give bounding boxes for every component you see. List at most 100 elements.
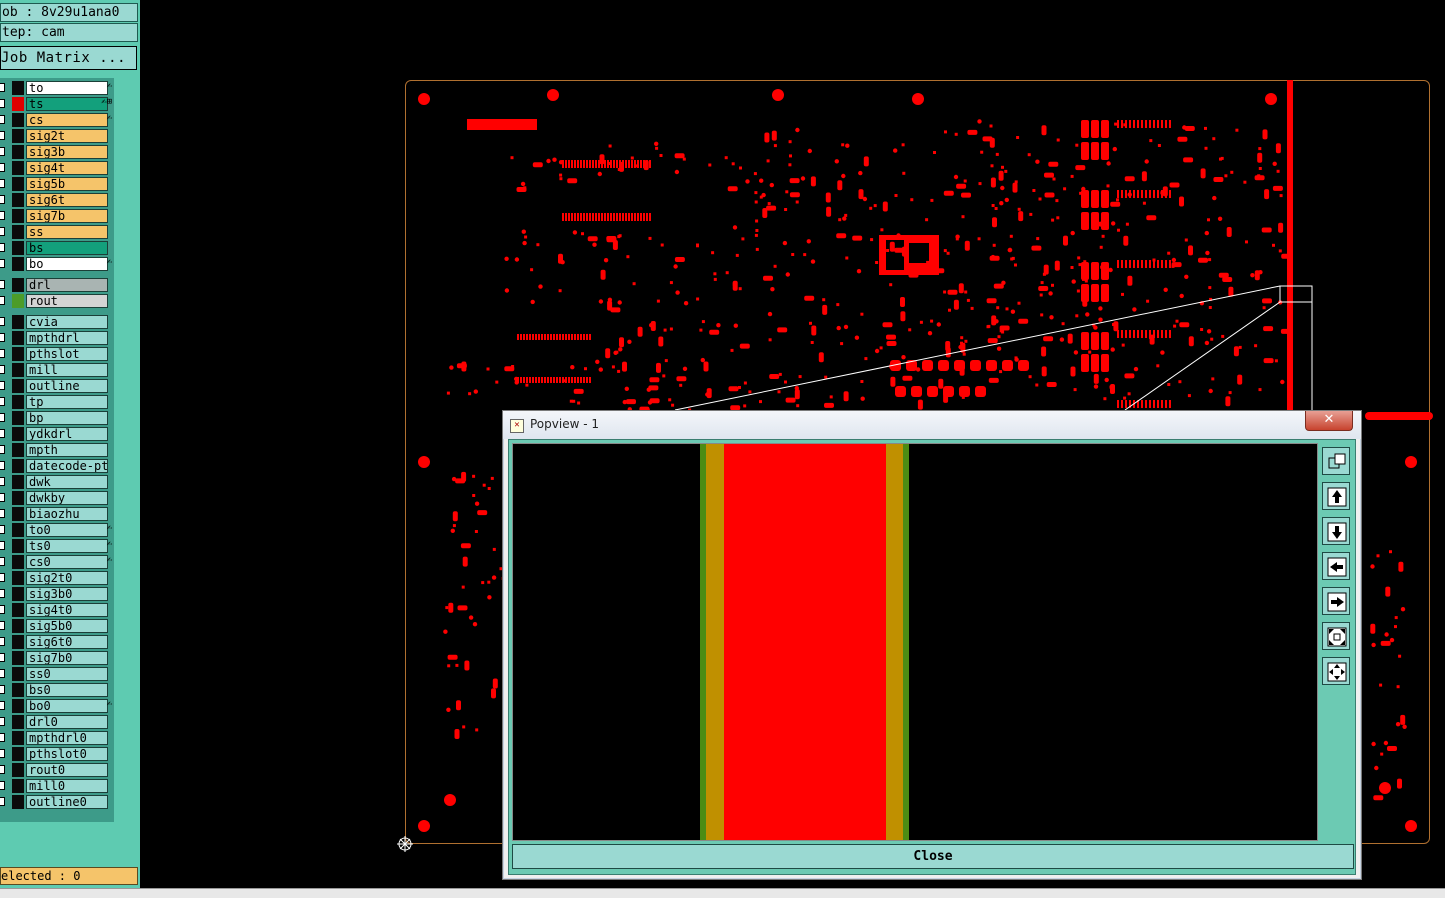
layer-color-swatch[interactable] <box>12 635 24 649</box>
layer-name[interactable]: rout <box>26 294 108 308</box>
layer-color-swatch[interactable] <box>12 161 24 175</box>
layer-checkbox[interactable] <box>0 717 5 726</box>
popview-titlebar[interactable]: ✕ Popview - 1 ✕ <box>503 411 1361 439</box>
layer-color-swatch[interactable] <box>12 779 24 793</box>
layer-checkbox[interactable] <box>0 557 5 566</box>
layer-name[interactable]: sig2t0 <box>26 571 108 585</box>
layer-name[interactable]: to0 <box>26 523 108 537</box>
layer-name[interactable]: mpthdrl0 <box>26 731 108 745</box>
layer-checkbox[interactable] <box>0 365 5 374</box>
layer-name[interactable]: mpth <box>26 443 108 457</box>
layer-color-swatch[interactable] <box>12 81 24 95</box>
layer-name[interactable]: sig6t <box>26 193 108 207</box>
popview-canvas[interactable] <box>512 443 1318 841</box>
layer-name[interactable]: sig3b0 <box>26 587 108 601</box>
layer-name[interactable]: sig5b0 <box>26 619 108 633</box>
layer-name[interactable]: dwk <box>26 475 108 489</box>
layer-color-swatch[interactable] <box>12 97 24 111</box>
layer-color-swatch[interactable] <box>12 747 24 761</box>
layer-row[interactable]: mill0 <box>0 778 114 794</box>
layer-checkbox[interactable] <box>0 685 5 694</box>
layer-name[interactable]: drl0 <box>26 715 108 729</box>
layer-row[interactable]: tp <box>0 394 114 410</box>
layer-color-swatch[interactable] <box>12 459 24 473</box>
layer-row[interactable]: sig2t <box>0 128 114 144</box>
layer-row[interactable]: sig5b0 <box>0 618 114 634</box>
layer-row[interactable]: cs0 ✍ <box>0 554 114 570</box>
layer-name[interactable]: dwkby <box>26 491 108 505</box>
layer-row[interactable]: bs0 <box>0 682 114 698</box>
layer-name[interactable]: tp <box>26 395 108 409</box>
layer-name[interactable]: sig7b0 <box>26 651 108 665</box>
layer-row[interactable]: drl0 <box>0 714 114 730</box>
layer-color-swatch[interactable] <box>12 619 24 633</box>
layer-name[interactable]: outline <box>26 379 108 393</box>
layer-color-swatch[interactable] <box>12 715 24 729</box>
layer-color-swatch[interactable] <box>12 278 24 292</box>
layer-color-swatch[interactable] <box>12 257 24 271</box>
layer-checkbox[interactable] <box>0 211 5 220</box>
layer-name[interactable]: bo0 <box>26 699 108 713</box>
layer-row[interactable]: datecode-pt <box>0 458 114 474</box>
layer-checkbox[interactable] <box>0 493 5 502</box>
layer-checkbox[interactable] <box>0 195 5 204</box>
layer-checkbox[interactable] <box>0 179 5 188</box>
layer-name[interactable]: cs <box>26 113 108 127</box>
layer-name[interactable]: cvia <box>26 315 108 329</box>
layer-color-swatch[interactable] <box>12 475 24 489</box>
layer-row[interactable]: outline <box>0 378 114 394</box>
layer-row[interactable]: bo ✍ <box>0 256 114 272</box>
layer-row[interactable]: biaozhu <box>0 506 114 522</box>
layer-name[interactable]: datecode-pt <box>26 459 108 473</box>
layer-color-swatch[interactable] <box>12 795 24 809</box>
layer-name[interactable]: biaozhu <box>26 507 108 521</box>
layer-checkbox[interactable] <box>0 280 5 289</box>
zoom-fit-button[interactable] <box>1322 657 1350 685</box>
layer-checkbox[interactable] <box>0 669 5 678</box>
layer-color-swatch[interactable] <box>12 145 24 159</box>
layer-color-swatch[interactable] <box>12 699 24 713</box>
layer-row[interactable]: rout0 <box>0 762 114 778</box>
layer-row[interactable]: ts ✍⊞ <box>0 96 114 112</box>
layer-name[interactable]: sig7b <box>26 209 108 223</box>
layer-name[interactable]: bp <box>26 411 108 425</box>
layer-color-swatch[interactable] <box>12 225 24 239</box>
layer-color-swatch[interactable] <box>12 241 24 255</box>
zoom-home-button[interactable] <box>1322 622 1350 650</box>
layer-color-swatch[interactable] <box>12 491 24 505</box>
layer-checkbox[interactable] <box>0 317 5 326</box>
layer-checkbox[interactable] <box>0 227 5 236</box>
layer-name[interactable]: pthslot <box>26 347 108 361</box>
layer-row[interactable]: pthslot0 <box>0 746 114 762</box>
pan-up-button[interactable] <box>1322 482 1350 510</box>
layer-color-swatch[interactable] <box>12 294 24 308</box>
layer-row[interactable]: bo0 ✍ <box>0 698 114 714</box>
layer-color-swatch[interactable] <box>12 331 24 345</box>
layer-color-swatch[interactable] <box>12 603 24 617</box>
layer-row[interactable]: sig4t <box>0 160 114 176</box>
layer-row[interactable]: ydkdrl <box>0 426 114 442</box>
layer-row[interactable]: pthslot <box>0 346 114 362</box>
layer-color-swatch[interactable] <box>12 539 24 553</box>
layer-checkbox[interactable] <box>0 605 5 614</box>
layer-name[interactable]: sig4t0 <box>26 603 108 617</box>
layer-color-swatch[interactable] <box>12 555 24 569</box>
pan-down-button[interactable] <box>1322 517 1350 545</box>
layer-row[interactable]: ts0 ✍ <box>0 538 114 554</box>
layer-checkbox[interactable] <box>0 243 5 252</box>
layer-checkbox[interactable] <box>0 589 5 598</box>
layer-color-swatch[interactable] <box>12 129 24 143</box>
layer-name[interactable]: outline0 <box>26 795 108 809</box>
layer-name[interactable]: sig2t <box>26 129 108 143</box>
layer-name[interactable]: sig5b <box>26 177 108 191</box>
layer-checkbox[interactable] <box>0 701 5 710</box>
layer-row[interactable]: outline0 <box>0 794 114 810</box>
layer-checkbox[interactable] <box>0 131 5 140</box>
layer-checkbox[interactable] <box>0 797 5 806</box>
layer-name[interactable]: ts0 <box>26 539 108 553</box>
layer-name[interactable]: mill <box>26 363 108 377</box>
layer-name[interactable]: mpthdrl <box>26 331 108 345</box>
layer-name[interactable]: drl <box>26 278 108 292</box>
layer-row[interactable]: drl <box>0 277 114 293</box>
layer-checkbox[interactable] <box>0 477 5 486</box>
